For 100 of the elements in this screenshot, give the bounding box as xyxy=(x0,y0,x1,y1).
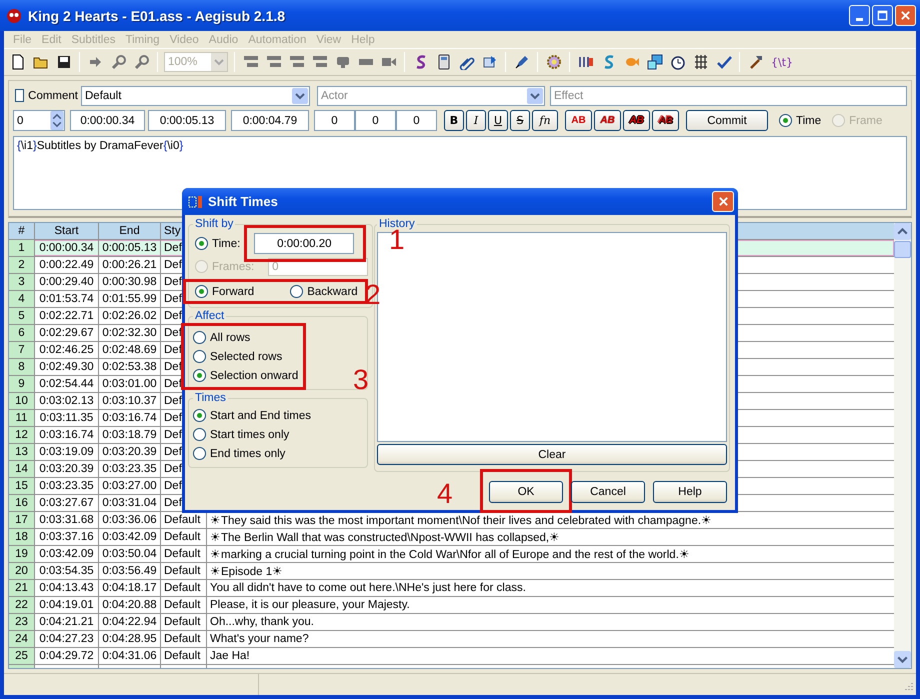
column-header[interactable]: Start xyxy=(35,223,99,239)
row-number: 7 xyxy=(9,342,35,358)
table-cell: 0:04:19.01 xyxy=(35,597,99,613)
scroll-up-icon[interactable] xyxy=(894,223,911,240)
close-button[interactable] xyxy=(712,191,734,212)
column-header[interactable]: End xyxy=(99,223,161,239)
clear-button[interactable]: Clear xyxy=(377,444,727,465)
duration-field[interactable]: 0:00:04.79 xyxy=(231,110,309,131)
color-button[interactable]: AB xyxy=(565,110,592,131)
table-cell: Default xyxy=(161,614,207,630)
commit-button[interactable]: Commit xyxy=(686,110,768,131)
format-button[interactable]: B xyxy=(444,110,464,131)
scrollbar[interactable] xyxy=(894,223,911,668)
table-cell: 0:03:54.35 xyxy=(35,563,99,579)
table-cell-text: What's your name? xyxy=(209,632,310,647)
table-cell-text: ☀The Berlin Wall that was constructed\Npost-WWII has collapsed,☀ xyxy=(209,531,562,545)
color-button[interactable]: AB xyxy=(594,110,621,131)
format-button[interactable]: S xyxy=(510,110,530,131)
row-number: 14 xyxy=(9,461,35,477)
row-number: 18 xyxy=(9,529,35,545)
grid-row[interactable]: 23 0:04:21.21 0:04:22.94 Default Oh...why, thank you. xyxy=(9,614,894,631)
actor-dropdown[interactable]: Actor xyxy=(317,86,545,106)
clock-icon[interactable] xyxy=(670,54,686,70)
column-header[interactable]: # xyxy=(9,223,35,239)
table-cell: 0:01:53.74 xyxy=(35,291,99,307)
arrow-icon[interactable] xyxy=(88,54,104,70)
time-field[interactable]: 0:00:00.20 xyxy=(254,233,354,254)
pen-icon[interactable] xyxy=(514,54,530,70)
magnifier-icon[interactable] xyxy=(110,54,126,70)
dialog-button[interactable]: Cancel xyxy=(571,481,645,503)
dialog-button[interactable]: OK xyxy=(489,481,563,503)
grid-row[interactable]: 18 0:03:37.16 0:03:42.09 Default ☀The Berlin Wall that was constructed\Npost-WWII has collapsed,☀ xyxy=(9,529,894,546)
rows-icon[interactable] xyxy=(266,54,282,70)
table-cell: 0:03:36.06 xyxy=(99,512,161,528)
table-cell: 0:03:37.16 xyxy=(35,529,99,545)
blob-icon[interactable] xyxy=(334,54,350,70)
resize-grip-icon[interactable] xyxy=(902,681,914,693)
layer-spinner[interactable]: 0 xyxy=(13,110,65,131)
grid-icon[interactable] xyxy=(692,54,708,70)
margin-field[interactable]: 0 xyxy=(396,110,437,131)
table-cell-text: You all didn't have to come out here.\NHe's just here for class. xyxy=(209,581,527,596)
grid-row[interactable]: 20 0:03:54.35 0:03:56.49 Default ☀Episode 1☀ xyxy=(9,563,894,580)
squares-icon[interactable] xyxy=(646,54,662,70)
maximize-button[interactable] xyxy=(872,5,893,26)
grid-row[interactable]: 21 0:04:13.43 0:04:18.17 Default You all didn't have to come out here.\NHe's just here for class. xyxy=(9,580,894,597)
format-button[interactable]: U xyxy=(488,110,508,131)
table-cell: 0:03:02.13 xyxy=(35,393,99,409)
grid-row[interactable]: 24 0:04:27.23 0:04:28.95 Default What's your name? xyxy=(9,631,894,648)
effect-field[interactable]: Effect xyxy=(550,86,907,106)
format-button[interactable]: fn xyxy=(532,110,558,131)
comment-checkbox[interactable]: Comment xyxy=(13,89,78,102)
rows-icon[interactable] xyxy=(312,54,328,70)
scroll-thumb[interactable] xyxy=(894,241,911,258)
style-dropdown[interactable]: Default xyxy=(81,86,310,106)
subtitle-text: {\i1}Subtitles by DramaFever{\i0} xyxy=(17,140,184,152)
close-button[interactable] xyxy=(895,5,916,26)
margin-field[interactable]: 0 xyxy=(314,110,355,131)
color-button[interactable]: AB xyxy=(623,110,650,131)
row-number: 25 xyxy=(9,648,35,664)
table-cell: 0:03:10.37 xyxy=(99,393,161,409)
format-button[interactable]: I xyxy=(466,110,486,131)
rows-icon[interactable] xyxy=(288,54,304,70)
table-cell: 0:03:42.09 xyxy=(35,546,99,562)
table-cell: 0:03:23.35 xyxy=(99,461,161,477)
calculator-icon[interactable] xyxy=(436,54,452,70)
row-number: 6 xyxy=(9,325,35,341)
table-cell: 0:00:05.13 xyxy=(99,240,161,256)
row-number: 12 xyxy=(9,427,35,443)
table-cell: 0:03:27.67 xyxy=(35,495,99,511)
override-button[interactable]: {\t} xyxy=(769,56,796,68)
scroll-down-icon[interactable] xyxy=(894,651,911,668)
grid-row[interactable]: 25 0:04:29.72 0:04:31.06 Default Jae Ha! xyxy=(9,648,894,665)
mode-radio[interactable]: Time xyxy=(779,114,822,127)
margin-field[interactable]: 0 xyxy=(355,110,396,131)
end-time-field[interactable]: 0:00:05.13 xyxy=(148,110,226,131)
grid-row[interactable]: 22 0:04:19.01 0:04:20.88 Default Please, it is our pleasure, your Majesty. xyxy=(9,597,894,614)
table-cell: 0:03:31.68 xyxy=(35,512,99,528)
table-cell: 0:03:42.09 xyxy=(99,529,161,545)
dialog-button[interactable]: Help xyxy=(653,481,727,503)
bracket-icon[interactable] xyxy=(578,54,594,70)
magnifier-icon[interactable] xyxy=(134,54,150,70)
minimize-button[interactable] xyxy=(849,5,870,26)
direction-radio[interactable]: Backward xyxy=(290,285,358,298)
gear-icon[interactable] xyxy=(546,54,562,70)
row-number: 23 xyxy=(9,614,35,630)
table-cell: 0:03:27.00 xyxy=(99,478,161,494)
save-icon[interactable] xyxy=(56,54,72,70)
group-label: Shift by xyxy=(194,218,234,230)
chip-icon[interactable] xyxy=(482,54,498,70)
table-cell: 0:04:28.95 xyxy=(99,631,161,647)
grid-row[interactable]: 19 0:03:42.09 0:03:50.04 Default ☀marking a crucial turning point in the Cold War\Nfor all of Europe and the rest of the world.☀ xyxy=(9,546,894,563)
check-icon[interactable] xyxy=(716,54,732,70)
maximize-icon xyxy=(877,10,888,21)
new-file-icon[interactable] xyxy=(10,54,26,70)
rows-icon[interactable] xyxy=(242,54,258,70)
start-time-field[interactable]: 0:00:00.34 xyxy=(70,110,145,131)
color-button[interactable]: AB xyxy=(652,110,679,131)
table-cell: 0:00:00.34 xyxy=(35,240,99,256)
hammer-icon[interactable] xyxy=(748,54,764,70)
table-cell: 0:02:29.67 xyxy=(35,325,99,341)
